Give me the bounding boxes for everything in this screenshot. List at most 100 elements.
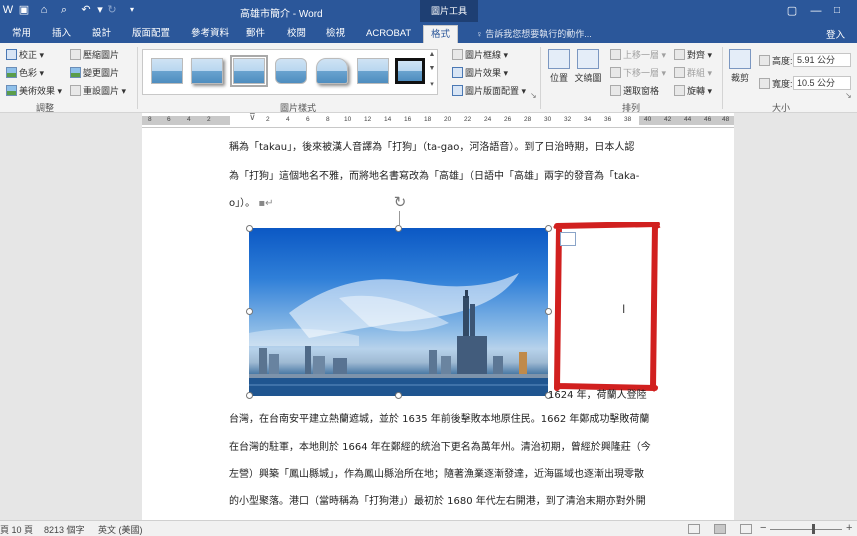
change-picture-icon	[70, 67, 81, 78]
resize-handle[interactable]	[246, 225, 253, 232]
building	[333, 358, 347, 376]
picture-styles-gallery[interactable]: ▲ ▼ ▾	[142, 49, 438, 95]
shoreline	[249, 374, 548, 378]
word-icon[interactable]: W	[1, 3, 15, 17]
autosave-icon[interactable]: ⌂	[37, 3, 51, 17]
tab-layout[interactable]: 版面配置	[130, 25, 172, 43]
align-icon	[674, 49, 685, 60]
paragraph-line[interactable]: 台灣，在台南安平建立熱蘭遮城，並於 1635 年前後擊敗本地原住民。1662 年…	[229, 410, 649, 425]
wrap-text-button[interactable]: 文繞圖	[572, 49, 604, 84]
customize-qat-icon[interactable]: ▾	[125, 3, 139, 17]
rotate-handle-icon[interactable]: ↻	[392, 195, 408, 211]
color-button[interactable]: 色彩 ▾	[6, 66, 44, 79]
tab-format[interactable]: 格式	[423, 25, 459, 43]
tab-insert[interactable]: 插入	[50, 25, 73, 43]
send-backward-button[interactable]: 下移一層 ▾	[610, 66, 666, 79]
paragraph-line[interactable]: o」）。 ▪↵	[229, 194, 273, 209]
style-thumbnail[interactable]	[230, 55, 268, 87]
building	[305, 346, 311, 376]
align-button[interactable]: 對齊 ▾	[674, 48, 712, 61]
tab-references[interactable]: 參考資料	[189, 25, 231, 43]
save-icon[interactable]: ▣	[17, 3, 31, 17]
web-layout-icon[interactable]	[740, 524, 752, 534]
gallery-up-icon[interactable]: ▲	[427, 51, 437, 58]
layout-options-icon[interactable]	[560, 232, 576, 246]
ruler-number: 38	[624, 116, 632, 123]
kaohsiung-skyline-picture[interactable]	[249, 228, 548, 396]
style-thumbnail[interactable]	[151, 58, 183, 84]
resize-handle[interactable]	[545, 308, 552, 315]
zoom-slider-thumb[interactable]	[812, 524, 815, 534]
picture-border-button[interactable]: 圖片框線 ▾	[452, 48, 508, 61]
ruler-number: 12	[364, 116, 372, 123]
height-input[interactable]: 5.91 公分	[793, 53, 851, 67]
send-backward-label: 下移一層	[623, 68, 660, 78]
minimize-button[interactable]: —	[808, 3, 824, 19]
tab-home[interactable]: 常用	[10, 25, 33, 43]
word-count[interactable]: 8213 個字	[44, 523, 85, 536]
styles-dialog-launcher-icon[interactable]: ↘	[530, 91, 537, 100]
tab-mailings[interactable]: 郵件	[244, 25, 267, 43]
style-thumbnail[interactable]	[316, 58, 348, 84]
horizontal-ruler[interactable]: 8 6 4 2 2 4 6 8 10 12 14 16 18 20 22 24 …	[142, 112, 734, 128]
tell-me-text: 告訴我您想要執行的動作...	[485, 29, 592, 39]
paragraph-line[interactable]: 為「打狗」這個地名不雅，而將地名書寫改為「高雄」（日語中「高雄」兩字的發音為「t…	[229, 167, 639, 182]
gallery-more-icon[interactable]: ▾	[427, 80, 437, 88]
paragraph-line[interactable]: 稱為「takau」，後來被漢人音譯為「打狗」（ta-gao，河洛語音）。到了日治…	[229, 138, 634, 153]
document-area[interactable]: 稱為「takau」，後來被漢人音譯為「打狗」（ta-gao，河洛語音）。到了日治…	[0, 128, 857, 520]
resize-handle[interactable]	[395, 392, 402, 399]
ribbon-display-icon[interactable]: ▢	[784, 3, 800, 19]
style-thumbnail[interactable]	[395, 58, 425, 84]
sign-in-link[interactable]: 登入	[826, 27, 845, 41]
tab-view[interactable]: 檢視	[324, 25, 347, 43]
indent-marker-icon[interactable]: ⊽	[249, 112, 256, 123]
group-button[interactable]: 群組 ▾	[674, 66, 712, 79]
style-thumbnail[interactable]	[357, 58, 389, 84]
undo-icon[interactable]: ↶	[79, 3, 93, 17]
tab-acrobat[interactable]: ACROBAT	[364, 25, 413, 43]
style-thumbnail[interactable]	[275, 58, 307, 84]
zoom-in-button[interactable]: +	[846, 522, 852, 534]
bring-forward-button[interactable]: 上移一層 ▾	[610, 48, 666, 61]
resize-handle[interactable]	[545, 225, 552, 232]
style-thumbnail[interactable]	[191, 58, 223, 84]
selection-pane-button[interactable]: 選取窗格	[610, 84, 659, 97]
zoom-out-button[interactable]: −	[760, 522, 766, 534]
zoom-slider[interactable]	[770, 529, 842, 530]
resize-handle[interactable]	[395, 225, 402, 232]
read-mode-icon[interactable]	[688, 524, 700, 534]
redo-icon[interactable]: ↻	[105, 3, 119, 17]
group-divider	[137, 47, 138, 109]
change-picture-button[interactable]: 變更圖片	[70, 66, 119, 79]
paragraph-line[interactable]: 的小型聚落。港口（當時稱為「打狗港」）最初於 1680 年代左右開港，到了清治末…	[229, 492, 646, 507]
restore-button[interactable]: □	[829, 3, 845, 19]
building	[313, 356, 325, 376]
picture-effects-button[interactable]: 圖片效果 ▾	[452, 66, 508, 79]
language-status[interactable]: 英文 (美國)	[98, 523, 143, 536]
picture-layout-button[interactable]: 圖片版面配置 ▾	[452, 84, 526, 97]
tell-me-box[interactable]: ♀ 告訴我您想要執行的動作...	[476, 27, 592, 40]
gallery-down-icon[interactable]: ▼	[427, 65, 437, 72]
rotate-button[interactable]: 旋轉 ▾	[674, 84, 712, 97]
print-layout-icon[interactable]	[714, 524, 726, 534]
reset-picture-button[interactable]: 重設圖片 ▾	[70, 84, 126, 97]
crop-button[interactable]: 裁剪	[724, 49, 756, 84]
paragraph-line[interactable]: 左營）興築「鳳山縣城」，作為鳳山縣治所在地；隨著漁業逐漸發達，近海區域也逐漸出現…	[229, 465, 644, 480]
corrections-button[interactable]: 校正 ▾	[6, 48, 44, 61]
picture-effects-label: 圖片效果	[465, 68, 502, 78]
size-dialog-launcher-icon[interactable]: ↘	[845, 91, 852, 100]
resize-handle[interactable]	[246, 392, 253, 399]
page-count[interactable]: 頁 10 頁	[0, 523, 33, 536]
width-input[interactable]: 10.5 公分	[793, 76, 851, 90]
ruler-number: 2	[207, 116, 211, 123]
position-button[interactable]: 位置	[543, 49, 575, 84]
artistic-effects-button[interactable]: 美術效果 ▾	[6, 84, 62, 97]
document-page[interactable]: 稱為「takau」，後來被漢人音譯為「打狗」（ta-gao，河洛語音）。到了日治…	[142, 128, 734, 520]
paragraph-line[interactable]: 在台灣的駐軍，本地則於 1664 年在鄭經的統治下更名為萬年州。清治初期，曾經於…	[229, 438, 651, 453]
paragraph-line[interactable]: 1624 年，荷蘭人登陸	[548, 386, 647, 401]
tab-design[interactable]: 設計	[90, 25, 113, 43]
tab-review[interactable]: 校閱	[285, 25, 308, 43]
print-preview-icon[interactable]: ⌕	[57, 3, 71, 17]
resize-handle[interactable]	[246, 308, 253, 315]
compress-pictures-button[interactable]: 壓縮圖片	[70, 48, 119, 61]
